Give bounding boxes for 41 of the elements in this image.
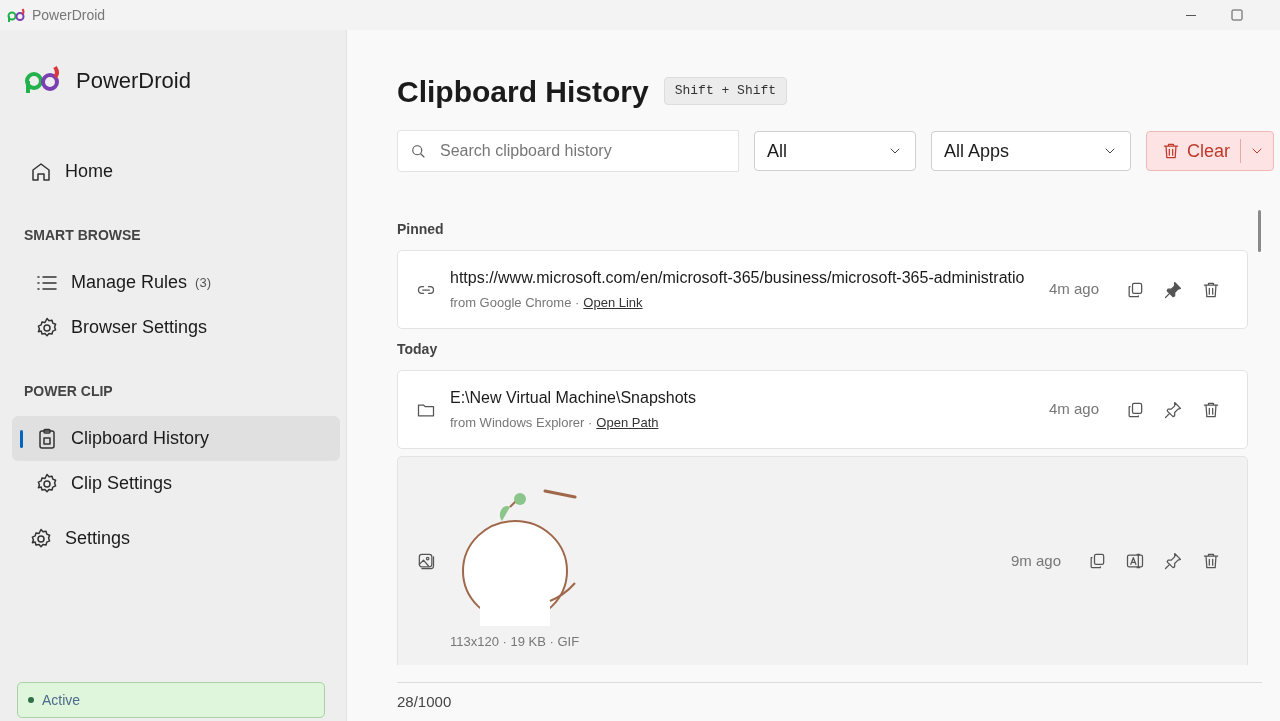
status-badge: Active <box>17 682 325 718</box>
clip-text: E:\New Virtual Machine\Snapshots <box>450 388 698 409</box>
nav-item[interactable]: Clipboard History <box>12 416 340 461</box>
group-heading: Today <box>397 340 439 359</box>
open-link[interactable]: Open Link <box>583 293 643 313</box>
nav-item[interactable]: Clip Settings <box>12 461 340 506</box>
group-heading: Pinned <box>397 220 445 239</box>
window-title: PowerDroid <box>32 5 106 25</box>
clip-text: https://www.microsoft.com/en/microsoft-365/business/microsoft-365-administratio <box>450 268 1026 289</box>
source-label: from Windows Explorer · <box>450 414 593 433</box>
nav-item[interactable]: Browser Settings <box>12 305 340 350</box>
pin-icon[interactable] <box>1163 551 1183 572</box>
logo-icon <box>22 65 62 95</box>
logo-icon <box>6 7 26 23</box>
item-count: 28/1000 <box>397 691 452 712</box>
section-heading: SMART BROWSE <box>23 226 142 244</box>
open-link[interactable]: Open Path <box>596 413 659 433</box>
section-heading: POWER CLIP <box>23 382 114 400</box>
nav-item[interactable]: Home <box>12 149 340 194</box>
search-icon <box>409 142 427 160</box>
source-label: from Google Chrome · <box>450 294 580 313</box>
timestamp: 4m ago <box>1048 399 1099 420</box>
search-field[interactable]: Search clipboard history <box>397 130 739 172</box>
image-details: 113x120 · 19 KB · GIF <box>450 633 581 651</box>
scrollbar-thumb[interactable] <box>1258 210 1261 252</box>
app-name: PowerDroid <box>76 66 191 95</box>
nav-item[interactable]: Manage Rules (3) <box>12 260 340 305</box>
clip-card[interactable]: https://www.microsoft.com/en/microsoft-365/business/microsoft-365-administratio from Google Chrome · Open Link 4m ago <box>397 250 1248 329</box>
clip-card[interactable]: 113x120 · 19 KB · GIF 9m ago <box>397 456 1248 665</box>
image-icon <box>416 551 436 572</box>
pin-icon[interactable] <box>1163 399 1183 420</box>
app-dropdown[interactable]: All Apps <box>931 131 1131 171</box>
shortcut-badge: Shift + Shift <box>663 77 788 105</box>
timestamp: 9m ago <box>1010 551 1061 571</box>
pin-icon[interactable] <box>1163 279 1183 300</box>
delete-icon <box>1161 141 1181 161</box>
page-title: Clipboard History <box>397 73 649 110</box>
clip-card[interactable]: E:\New Virtual Machine\Snapshots from Windows Explorer · Open Path 4m ago <box>397 370 1248 449</box>
nav-item[interactable]: Settings <box>12 516 340 561</box>
type-dropdown[interactable]: All <box>754 131 916 171</box>
timestamp: 4m ago <box>1048 279 1099 300</box>
